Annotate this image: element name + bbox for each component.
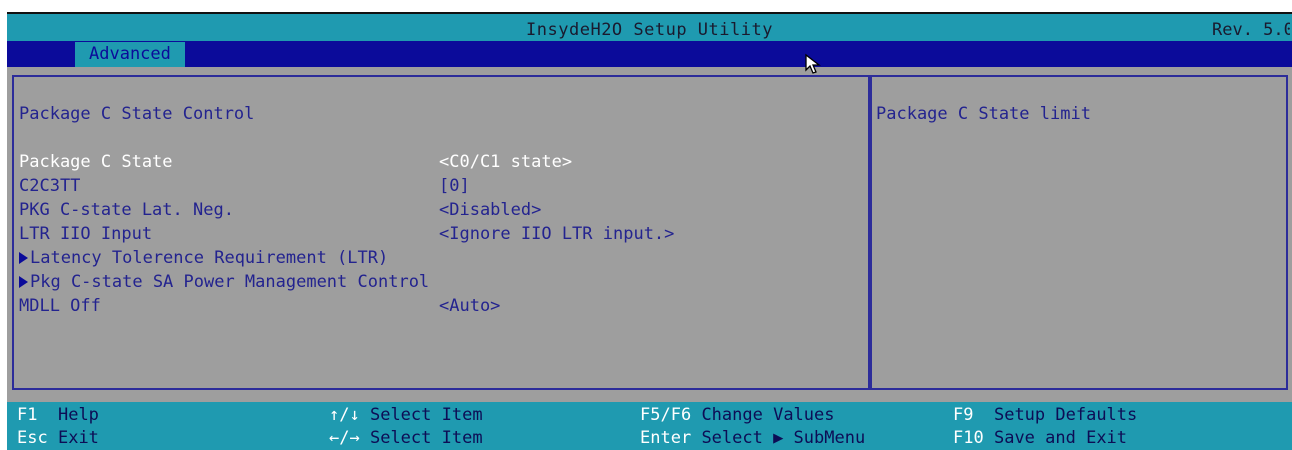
key-f5f6-desc: Change Values — [701, 405, 835, 425]
key-esc: Esc — [17, 428, 48, 448]
c2c3tt-value[interactable]: [0] — [439, 176, 470, 196]
key-enter-desc: Select ▶ SubMenu — [701, 428, 866, 448]
app-title: InsydeH2O Setup Utility — [526, 20, 773, 40]
footer-bar: F1 Help Esc Exit ↑/↓ Select Item ←/→ Sel… — [7, 402, 1292, 450]
key-f10-desc: Save and Exit — [993, 428, 1128, 448]
key-esc-desc: Exit — [57, 428, 99, 448]
key-leftright: ←/→ — [329, 428, 360, 448]
pkg-c-state-lat-neg-value[interactable]: <Disabled> — [439, 200, 541, 220]
revision-label: Rev. 5.0 — [1212, 20, 1290, 40]
help-text: Package C State limit — [876, 104, 1091, 124]
footer-leftright: ←/→ Select Item — [329, 427, 483, 449]
pkg-c-state-lat-neg-label[interactable]: PKG C-state Lat. Neg. — [19, 200, 234, 220]
key-f9-desc: Setup Defaults — [993, 405, 1138, 425]
submenu-triangle-icon — [19, 252, 28, 264]
ltr-iio-input-label[interactable]: LTR IIO Input — [19, 224, 152, 244]
footer-f10: F10 Save and Exit — [953, 427, 1127, 449]
footer-updown: ↑/↓ Select Item — [329, 404, 483, 426]
settings-panel: Package C State Control Package C State … — [12, 75, 870, 390]
key-leftright-desc: Select Item — [369, 428, 483, 448]
section-title: Package C State Control — [19, 104, 255, 124]
footer-f9: F9 Setup Defaults — [953, 404, 1137, 426]
footer-f1: F1 Help — [17, 404, 99, 426]
footer-enter: Enter Select ▶ SubMenu — [640, 427, 865, 449]
package-c-state-label[interactable]: Package C State — [19, 152, 173, 172]
submenu-triangle-icon — [19, 276, 28, 288]
package-c-state-value[interactable]: <C0/C1 state> — [439, 152, 572, 172]
help-panel: Package C State limit — [870, 75, 1288, 390]
footer-f5f6: F5/F6 Change Values — [640, 404, 835, 426]
bios-screen: InsydeH2O Setup Utility Rev. 5.0 Advance… — [7, 12, 1292, 450]
submenu-ltr[interactable]: Latency Tolerence Requirement (LTR) — [19, 248, 388, 268]
key-f1: F1 — [17, 405, 38, 425]
mdll-off-value[interactable]: <Auto> — [439, 296, 500, 316]
submenu-ltr-label: Latency Tolerence Requirement (LTR) — [30, 248, 389, 268]
mdll-off-label[interactable]: MDLL Off — [19, 296, 101, 316]
key-f9: F9 — [953, 405, 974, 425]
submenu-pkg-c-state-sa[interactable]: Pkg C-state SA Power Management Control — [19, 272, 429, 292]
key-f1-desc: Help — [57, 405, 99, 425]
footer-esc: Esc Exit — [17, 427, 99, 449]
key-enter: Enter — [640, 428, 692, 448]
submenu-pkg-c-state-sa-label: Pkg C-state SA Power Management Control — [30, 272, 430, 292]
ltr-iio-input-value[interactable]: <Ignore IIO LTR input.> — [439, 224, 674, 244]
tab-advanced[interactable]: Advanced — [75, 42, 185, 67]
c2c3tt-label[interactable]: C2C3TT — [19, 176, 80, 196]
key-f10: F10 — [953, 428, 984, 448]
title-bar: InsydeH2O Setup Utility Rev. 5.0 — [7, 12, 1292, 41]
tab-bar: Advanced — [7, 41, 1292, 67]
key-f5f6: F5/F6 — [640, 405, 692, 425]
key-updown-desc: Select Item — [369, 405, 483, 425]
key-updown: ↑/↓ — [329, 405, 360, 425]
